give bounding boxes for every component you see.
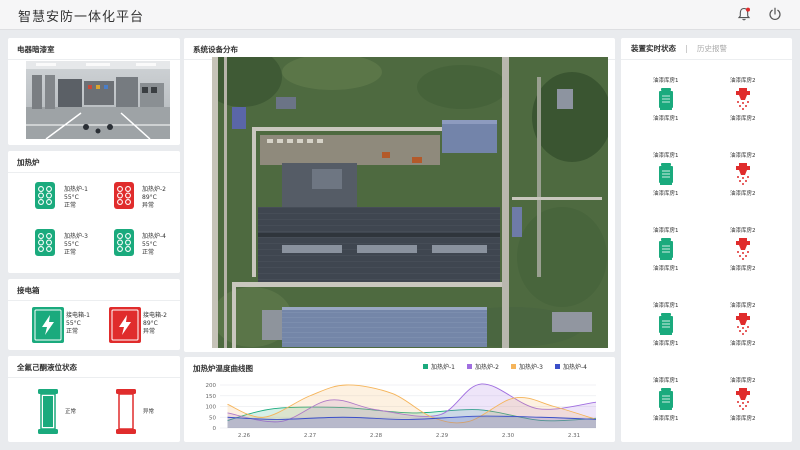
cabinet-icon[interactable] [658, 388, 674, 410]
room-panel-title: 电器暗漆室 [17, 45, 55, 54]
x-tick-label: 2.27 [304, 433, 317, 439]
sprinkler-alarm-icon[interactable] [735, 313, 751, 335]
status-label: 油漆库房1 [653, 78, 679, 84]
heater-4-label: 加热炉-4 55°C 正常 [142, 233, 166, 257]
bell-alert-icon[interactable] [736, 6, 752, 22]
status-label: 油漆库房1 [653, 303, 679, 309]
x-tick-label: 2.28 [370, 433, 383, 439]
status-panel: 装置实时状态 历史报警 油漆库房1 油漆库房1 油漆库房2 油漆库房2 油漆库房1 油漆库… [621, 38, 792, 442]
level-1-status: 正常 [65, 409, 77, 415]
status-label: 油漆库房2 [730, 78, 756, 84]
x-tick-label: 2.29 [436, 433, 449, 439]
chart-panel: 加热炉温度曲线图 加热炉-1 加热炉-2 加热炉-3 加热炉-4 0 50 100 1… [184, 357, 615, 442]
box-2-label: 接电箱-2 89°C 异常 [143, 312, 167, 336]
cabinet-icon[interactable] [658, 88, 674, 110]
level-panel-title: 全氟己酮液位状态 [17, 363, 77, 372]
cabinet-icon[interactable] [658, 313, 674, 335]
status-label: 油漆库房2 [730, 378, 756, 384]
map-panel-title: 系统设备分布 [193, 45, 238, 54]
status-sublabel: 油漆库房2 [730, 266, 756, 272]
heater-4-icon[interactable] [114, 229, 134, 256]
heater-2-icon[interactable] [114, 182, 134, 209]
box-panel: 接电箱 接电箱-1 55°C 正常 接电箱-2 89°C 异常 [8, 279, 180, 350]
heater-panel-title: 加热炉 [17, 158, 40, 167]
top-bar: 智慧安防一体化平台 [0, 0, 800, 30]
status-sublabel: 油漆库房1 [653, 191, 679, 197]
status-sublabel: 油漆库房2 [730, 416, 756, 422]
status-label: 油漆库房2 [730, 303, 756, 309]
status-label: 油漆库房2 [730, 228, 756, 234]
room-panel: 电器暗漆室 [8, 38, 180, 145]
chart-legend: 加热炉-1 加热炉-2 加热炉-3 加热炉-4 [423, 362, 587, 371]
y-tick-label: 0 [213, 426, 217, 432]
tab-alarm-history[interactable]: 历史报警 [697, 43, 727, 54]
box-2-icon[interactable] [109, 307, 141, 343]
x-tick-label: 2.26 [238, 433, 251, 439]
temperature-chart[interactable]: 0 50 100 150 200 2.26 2.27 2.28 2.29 2.30 2.31 [184, 379, 615, 442]
sprinkler-alarm-icon[interactable] [735, 163, 751, 185]
site-map[interactable] [212, 57, 608, 348]
chart-panel-title: 加热炉温度曲线图 [193, 364, 253, 373]
map-panel: 系统设备分布 [184, 38, 615, 352]
level-1-icon[interactable] [38, 389, 58, 434]
level-2-status: 异常 [143, 409, 155, 415]
sprinkler-alarm-icon[interactable] [735, 238, 751, 260]
box-panel-title: 接电箱 [17, 286, 40, 295]
power-icon[interactable] [767, 6, 783, 22]
cabinet-icon[interactable] [658, 163, 674, 185]
y-tick-label: 50 [209, 415, 216, 421]
status-sublabel: 油漆库房1 [653, 341, 679, 347]
status-label: 油漆库房1 [653, 228, 679, 234]
heater-1-icon[interactable] [35, 182, 55, 209]
x-tick-label: 2.30 [502, 433, 515, 439]
sprinkler-alarm-icon[interactable] [735, 388, 751, 410]
legend-item[interactable]: 加热炉-4 [554, 362, 587, 371]
status-label: 油漆库房1 [653, 153, 679, 159]
tab-realtime-status[interactable]: 装置实时状态 [631, 43, 676, 54]
status-sublabel: 油漆库房1 [653, 266, 679, 272]
heater-panel: 加热炉 加热炉-1 55°C 正常 加热炉-2 89°C 异常 加热炉-3 55… [8, 151, 180, 273]
status-sublabel: 油漆库房1 [653, 416, 679, 422]
status-sublabel: 油漆库房2 [730, 191, 756, 197]
status-tabs: 装置实时状态 历史报警 [631, 43, 727, 54]
legend-item[interactable]: 加热炉-3 [510, 362, 543, 371]
sprinkler-alarm-icon[interactable] [735, 88, 751, 110]
y-tick-label: 100 [206, 405, 217, 411]
legend-item[interactable]: 加热炉-1 [423, 362, 455, 371]
box-1-icon[interactable] [32, 307, 64, 343]
app-title: 智慧安防一体化平台 [18, 10, 145, 25]
cabinet-icon[interactable] [658, 238, 674, 260]
y-tick-label: 150 [206, 394, 217, 400]
box-1-label: 接电箱-1 55°C 正常 [66, 312, 90, 336]
room-photo[interactable] [26, 61, 170, 139]
level-panel: 全氟己酮液位状态 正常 异常 [8, 356, 180, 442]
x-tick-label: 2.31 [568, 433, 580, 439]
status-sublabel: 油漆库房2 [730, 116, 756, 122]
heater-3-label: 加热炉-3 55°C 正常 [64, 233, 88, 257]
heater-3-icon[interactable] [35, 229, 55, 256]
status-sublabel: 油漆库房1 [653, 116, 679, 122]
legend-item[interactable]: 加热炉-2 [466, 362, 499, 371]
level-2-icon[interactable] [116, 389, 136, 434]
status-sublabel: 油漆库房2 [730, 341, 756, 347]
y-tick-label: 200 [206, 383, 217, 389]
heater-2-label: 加热炉-2 89°C 异常 [142, 186, 166, 210]
status-label: 油漆库房2 [730, 153, 756, 159]
status-label: 油漆库房1 [653, 378, 679, 384]
heater-1-label: 加热炉-1 55°C 正常 [64, 186, 88, 210]
